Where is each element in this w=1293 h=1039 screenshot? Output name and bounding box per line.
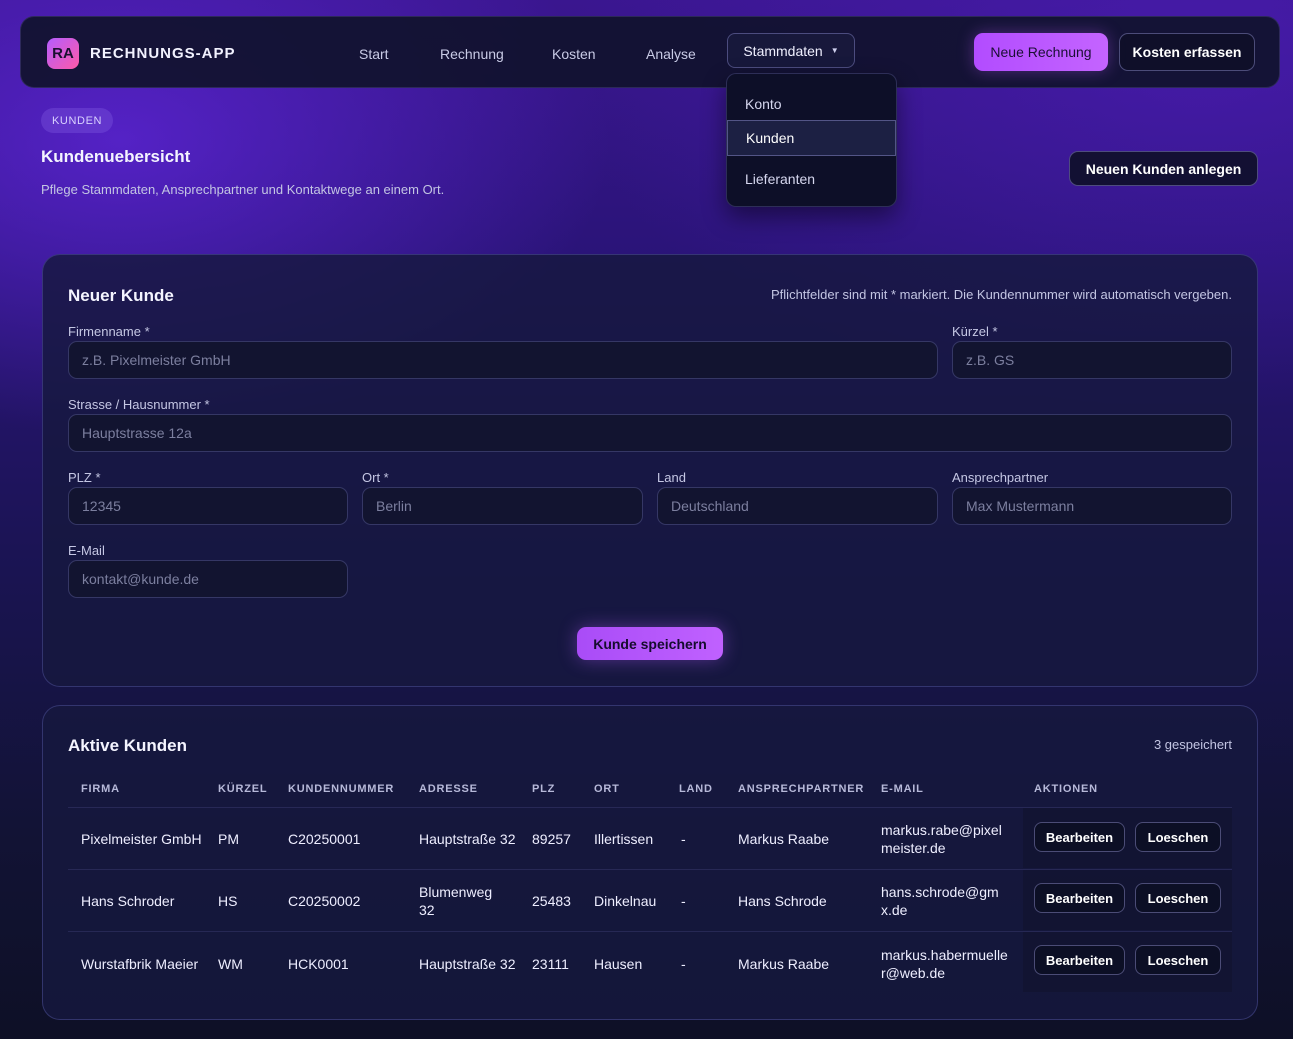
edit-button[interactable]: Bearbeiten: [1034, 945, 1125, 975]
city-input[interactable]: [362, 487, 643, 525]
form-title: Neuer Kunde: [68, 286, 174, 305]
short-input[interactable]: [952, 341, 1232, 379]
cell-email: hans.schrode@gmx.de: [881, 884, 999, 918]
new-customer-form-card: Neuer Kunde Pflichtfelder sind mit * mar…: [42, 254, 1258, 687]
company-input[interactable]: [68, 341, 938, 379]
cell-ort: Illertissen: [594, 831, 654, 847]
edit-button[interactable]: Bearbeiten: [1034, 883, 1125, 913]
email-input[interactable]: [68, 560, 348, 598]
cell-adresse: Hauptstraße 32: [419, 831, 516, 847]
col-header-ort: ORT: [594, 783, 620, 795]
new-invoice-button[interactable]: Neue Rechnung: [974, 33, 1108, 71]
active-customers-card: Aktive Kunden 3 gespeichert FIRMA KÜRZEL…: [42, 705, 1258, 1020]
form-required-note: Pflichtfelder sind mit * markiert. Die K…: [771, 287, 1232, 302]
dropdown-item-kunden[interactable]: Kunden: [727, 120, 896, 156]
cell-kuerzel: PM: [218, 831, 239, 847]
nav-link-start[interactable]: Start: [359, 46, 389, 62]
col-header-kuerzel: KÜRZEL: [218, 783, 268, 795]
short-label: Kürzel *: [952, 324, 998, 339]
top-navbar: RA RECHNUNGS-APP Start Rechnung Kosten A…: [20, 16, 1280, 88]
col-header-land: LAND: [679, 783, 713, 795]
street-label: Strasse / Hausnummer *: [68, 397, 210, 412]
company-label: Firmenname *: [68, 324, 150, 339]
dropdown-item-lieferanten[interactable]: Lieferanten: [727, 161, 896, 197]
cell-email: markus.habermueller@web.de: [881, 947, 1008, 981]
page-subtitle: Pflege Stammdaten, Ansprechpartner und K…: [41, 182, 445, 197]
breadcrumb-badge: KUNDEN: [41, 108, 114, 133]
edit-button[interactable]: Bearbeiten: [1034, 822, 1125, 852]
delete-button[interactable]: Loeschen: [1135, 883, 1221, 913]
country-input[interactable]: [657, 487, 938, 525]
email-label: E-Mail: [68, 543, 105, 558]
zip-input[interactable]: [68, 487, 348, 525]
cell-plz: 23111: [532, 956, 569, 972]
nav-link-kosten[interactable]: Kosten: [552, 46, 596, 62]
app-logo[interactable]: RA: [47, 38, 79, 69]
table-title: Aktive Kunden: [68, 736, 188, 755]
cell-email: markus.rabe@pixelmeister.de: [881, 822, 1002, 856]
cell-land: -: [681, 956, 686, 972]
stammdaten-dropdown-menu: Konto Kunden Lieferanten: [726, 73, 897, 207]
stammdaten-dropdown-button[interactable]: Stammdaten ▼: [727, 33, 855, 68]
country-label: Land: [657, 470, 686, 485]
col-header-adresse: ADRESSE: [419, 783, 478, 795]
col-header-plz: PLZ: [532, 783, 556, 795]
cell-plz: 89257: [532, 831, 571, 847]
cell-ansprechpartner: Markus Raabe: [738, 956, 830, 972]
stammdaten-label: Stammdaten: [743, 42, 823, 59]
cell-firma: Hans Schroder: [81, 893, 175, 909]
cell-ort: Hausen: [594, 956, 643, 972]
street-input[interactable]: [68, 414, 1232, 452]
col-header-ansprechpartner: ANSPRECHPARTNER: [738, 783, 865, 795]
contact-label: Ansprechpartner: [952, 470, 1049, 485]
col-header-firma: FIRMA: [81, 783, 120, 795]
delete-button[interactable]: Loeschen: [1135, 822, 1221, 852]
app-title[interactable]: RECHNUNGS-APP: [90, 45, 236, 62]
save-customer-button[interactable]: Kunde speichern: [577, 627, 723, 660]
cell-kundennummer: C20250002: [288, 893, 361, 909]
cell-adresse: Blumenweg 32: [419, 884, 493, 918]
dropdown-item-konto[interactable]: Konto: [727, 86, 896, 122]
col-header-kundennummer: KUNDENNUMMER: [288, 783, 395, 795]
cell-adresse: Hauptstraße 32: [419, 956, 516, 972]
add-costs-button[interactable]: Kosten erfassen: [1119, 33, 1255, 71]
col-header-aktionen: AKTIONEN: [1034, 783, 1098, 795]
new-customer-button[interactable]: Neuen Kunden anlegen: [1069, 151, 1258, 186]
nav-link-analyse[interactable]: Analyse: [646, 46, 696, 62]
cell-kundennummer: HCK0001: [288, 956, 349, 972]
delete-button[interactable]: Loeschen: [1135, 945, 1221, 975]
cell-land: -: [681, 831, 686, 847]
customer-count: 3 gespeichert: [1153, 737, 1232, 752]
cell-firma: Pixelmeister GmbH: [81, 831, 202, 847]
contact-input[interactable]: [952, 487, 1232, 525]
zip-label: PLZ *: [68, 470, 101, 485]
cell-kuerzel: WM: [218, 956, 243, 972]
nav-link-rechnung[interactable]: Rechnung: [440, 46, 504, 62]
cell-kundennummer: C20250001: [288, 831, 361, 847]
col-header-email: E-MAIL: [881, 783, 924, 795]
city-label: Ort *: [362, 470, 389, 485]
cell-kuerzel: HS: [218, 893, 238, 909]
cell-land: -: [681, 893, 686, 909]
cell-ansprechpartner: Hans Schrode: [738, 893, 827, 909]
cell-ort: Dinkelnau: [594, 893, 657, 909]
page-title: Kundenuebersicht: [41, 147, 191, 166]
cell-ansprechpartner: Markus Raabe: [738, 831, 830, 847]
cell-plz: 25483: [532, 893, 571, 909]
caret-down-icon: ▼: [830, 46, 839, 55]
cell-firma: Wurstafbrik Maeier: [81, 956, 199, 972]
